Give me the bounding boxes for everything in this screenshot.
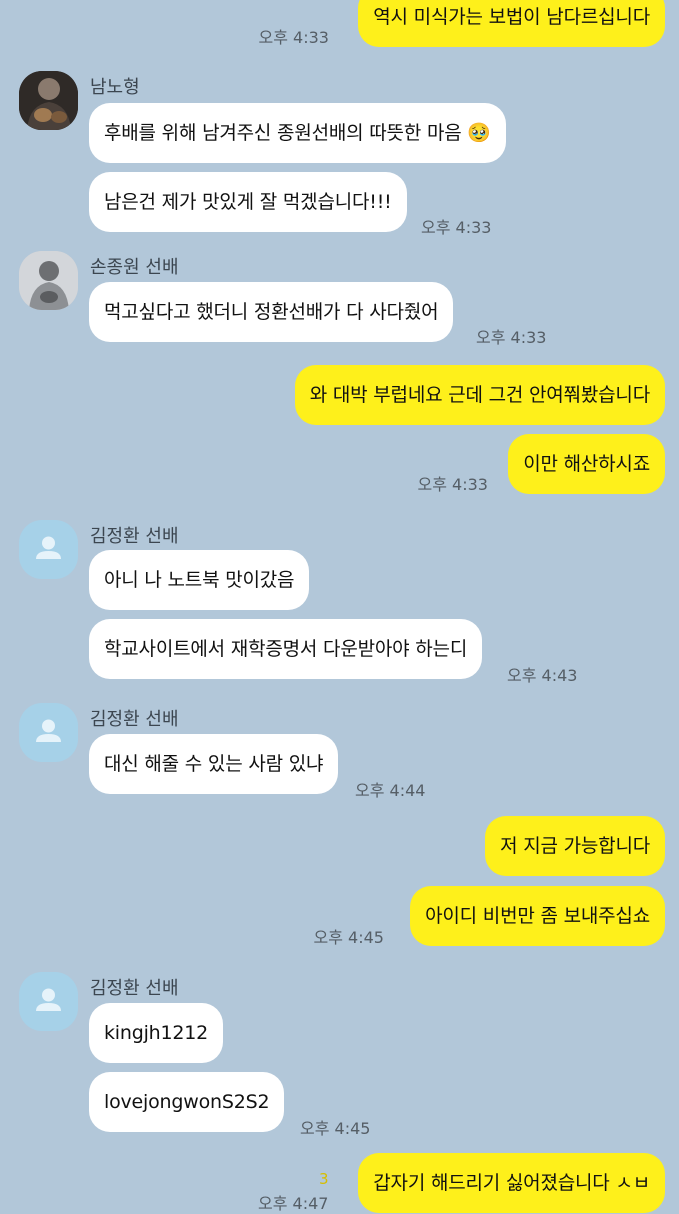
- message-bubble[interactable]: lovejongwonS2S2: [89, 1072, 285, 1132]
- profile-avatar[interactable]: [19, 251, 78, 310]
- sender-name: 남노형: [90, 77, 140, 98]
- sender-name: 김정환 선배: [90, 709, 179, 730]
- my-message-bubble[interactable]: 아이디 비번만 좀 보내주십쇼: [410, 886, 665, 946]
- my-message-bubble[interactable]: 이만 해산하시죠: [508, 434, 665, 494]
- message-time: 오후 4:33: [476, 328, 547, 347]
- person-silhouette-icon: [36, 719, 61, 742]
- message-time: 오후 4:33: [421, 218, 492, 237]
- message-time: 오후 4:33: [258, 28, 329, 47]
- sender-name: 김정환 선배: [90, 526, 179, 547]
- message-time: 오후 4:44: [355, 781, 426, 800]
- profile-avatar[interactable]: [19, 972, 78, 1031]
- message-bubble[interactable]: 대신 해줄 수 있는 사람 있냐: [89, 734, 339, 794]
- profile-photo-icon: [19, 71, 78, 130]
- profile-avatar[interactable]: [19, 71, 78, 130]
- message-time: 오후 4:43: [507, 666, 578, 685]
- profile-photo-icon: [19, 251, 78, 310]
- message-time: 오후 4:47: [258, 1194, 329, 1213]
- profile-avatar[interactable]: [19, 520, 78, 579]
- message-bubble[interactable]: 후배를 위해 남겨주신 종원선배의 따뜻한 마음 🥹: [89, 103, 506, 163]
- sender-name: 김정환 선배: [90, 978, 179, 999]
- my-message-bubble[interactable]: 역시 미식가는 보법이 남다르십니다: [358, 0, 665, 47]
- message-time: 오후 4:45: [313, 928, 384, 947]
- message-bubble[interactable]: 먹고싶다고 했더니 정환선배가 다 사다줬어: [89, 282, 454, 342]
- my-message-bubble[interactable]: 와 대박 부럽네요 근데 그건 안여쭤봤습니다: [294, 365, 665, 425]
- my-message-bubble[interactable]: 저 지금 가능합니다: [485, 816, 665, 876]
- sender-name: 손종원 선배: [90, 257, 179, 278]
- message-time: 오후 4:45: [300, 1119, 371, 1138]
- message-bubble[interactable]: 남은건 제가 맛있게 잘 먹겠습니다!!!: [89, 172, 407, 232]
- message-bubble[interactable]: 아니 나 노트북 맛이갔음: [89, 550, 310, 610]
- person-silhouette-icon: [36, 536, 61, 559]
- message-bubble[interactable]: 학교사이트에서 재학증명서 다운받아야 하는디: [89, 619, 483, 679]
- profile-avatar[interactable]: [19, 703, 78, 762]
- message-time: 오후 4:33: [417, 475, 488, 494]
- my-message-bubble[interactable]: 갑자기 해드리기 싫어졌습니다 ㅅㅂ: [358, 1153, 665, 1213]
- unread-count: 3: [319, 1170, 329, 1188]
- message-bubble[interactable]: kingjh1212: [89, 1003, 224, 1063]
- person-silhouette-icon: [36, 988, 61, 1011]
